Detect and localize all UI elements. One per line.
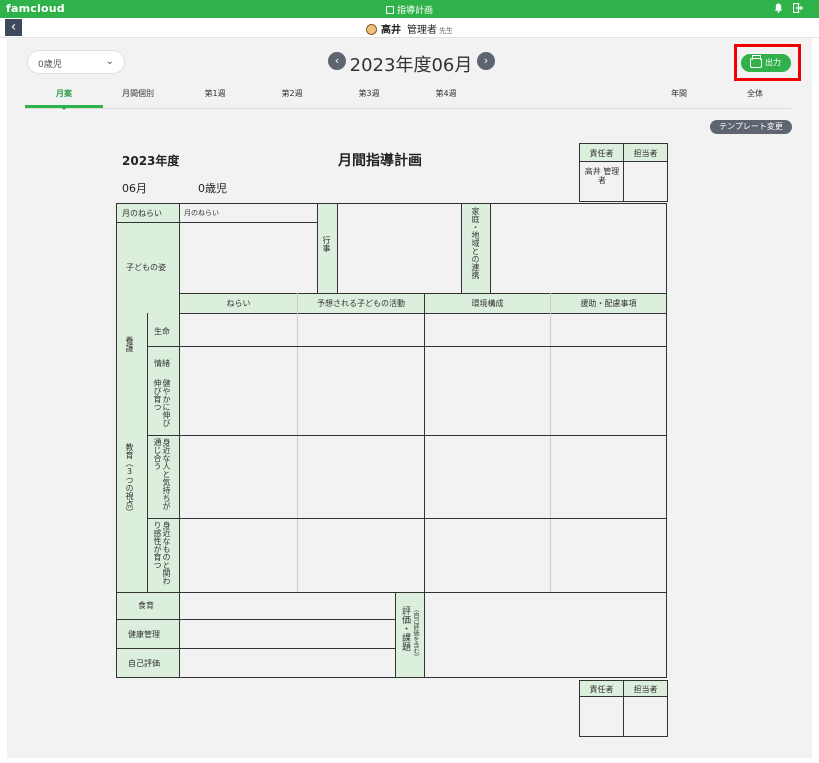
month-navigator: ‹ 2023年度06月 › (325, 50, 495, 76)
chevron-right-icon: › (483, 54, 489, 67)
user-role-suffix: 先生 (439, 27, 453, 35)
chevron-left-icon: ‹ (334, 54, 340, 67)
prev-month-button[interactable]: ‹ (328, 52, 346, 70)
age-select-value: 0歳児 (38, 60, 62, 70)
user-bar: ‹ 高井 管理者 先生 (0, 18, 819, 38)
edu2-label: 身近な人と気持ちが通じ合う (153, 438, 171, 510)
main-page: 0歳児 ⌄ ‹ 2023年度06月 › 出力 月案 月間個別 第1週 第2週 第… (7, 38, 812, 758)
doc-class: 0歳児 (198, 182, 227, 195)
food-label: 食育 (138, 601, 154, 610)
highlight-box (734, 44, 801, 81)
doc-month: 06月 (122, 182, 147, 195)
nursing-label: 養護 (125, 336, 134, 352)
approval-head-name: 高井 管理者 (584, 167, 620, 185)
tab-yearly[interactable]: 年間 (649, 87, 709, 107)
age-select[interactable]: 0歳児 ⌄ (27, 50, 125, 74)
next-month-button[interactable]: › (477, 52, 495, 70)
document-icon (385, 6, 394, 14)
approval-head-label: 責任者 (589, 149, 614, 158)
col-aim: ねらい (226, 299, 251, 308)
col-activity: 予想される子どもの活動 (317, 299, 405, 308)
tab-overall[interactable]: 全体 (725, 87, 785, 107)
life-label: 生命 (154, 327, 170, 336)
doc-title: 月間指導計画 (338, 153, 422, 169)
doc-year: 2023年度 (122, 154, 180, 168)
tab-monthly-individual[interactable]: 月間個別 (103, 87, 173, 107)
user-info: 高井 管理者 先生 (0, 21, 819, 36)
app-header: famcloud 指導計画 (0, 0, 819, 18)
app-title: 指導計画 (0, 3, 819, 16)
chevron-down-icon: ⌄ (105, 56, 114, 67)
child-status-label: 子どもの姿 (126, 263, 166, 272)
tab-week-1[interactable]: 第1週 (185, 87, 245, 107)
health-label: 健康管理 (128, 630, 160, 639)
app-title-text: 指導計画 (396, 6, 433, 16)
events-label: 行事 (322, 236, 331, 252)
tab-week-4[interactable]: 第4週 (416, 87, 476, 107)
edu1-label: 健やかに伸び伸び育つ (153, 379, 171, 427)
emotion-label: 情緒 (154, 359, 170, 368)
evaluation-sub-label: （自己評価を含む） (412, 606, 419, 660)
tab-bar: 月案 月間個別 第1週 第2週 第3週 第4週 年間 全体 (25, 87, 791, 110)
tab-week-3[interactable]: 第3週 (339, 87, 399, 107)
evaluation-label: 評価・課題 (400, 606, 410, 651)
user-name: 高井 (381, 25, 401, 36)
tab-week-2[interactable]: 第2週 (262, 87, 322, 107)
plan-document: 2023年度 月間指導計画 06月 0歳児 責任者 担当者 高井 管理者 月のね… (116, 143, 669, 743)
logout-icon[interactable] (793, 3, 803, 13)
user-role: 管理者 (407, 25, 437, 36)
monthly-aim-label: 月のねらい (122, 209, 162, 218)
approval-staff-label: 担当者 (633, 149, 658, 158)
month-title: 2023年度06月 (349, 55, 473, 76)
template-change-button[interactable]: テンプレート変更 (710, 120, 792, 134)
col-support: 援助・配慮事項 (580, 299, 637, 308)
col-environment: 環境構成 (471, 299, 504, 308)
tab-monthly[interactable]: 月案 (25, 87, 103, 110)
self-eval-label: 自己評価 (128, 659, 160, 668)
approval-staff-label-bottom: 担当者 (633, 685, 658, 694)
plan-table (116, 203, 667, 678)
approval-head-label-bottom: 責任者 (589, 685, 614, 694)
family-label: 家庭・地域との連携 (471, 207, 480, 279)
evaluation-cell: 評価・課題 （自己評価を含む） (398, 606, 422, 676)
edu3-label: 身近なものと関わり感性が育つ (153, 521, 171, 585)
monthly-aim-value: 月のねらい (184, 209, 219, 217)
education-label: 教育（3つの視点） (125, 443, 134, 516)
bell-icon[interactable] (774, 3, 783, 13)
avatar (366, 24, 377, 35)
